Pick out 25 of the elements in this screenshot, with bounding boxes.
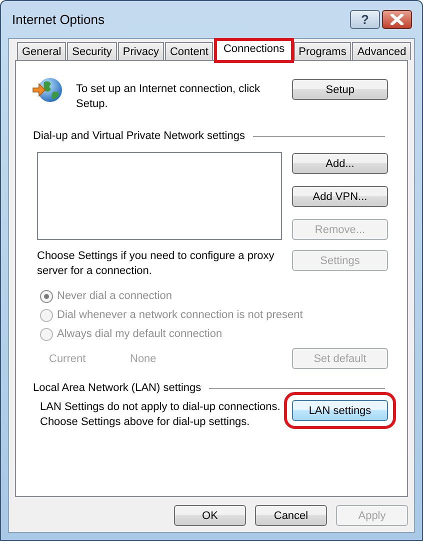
- setup-text: To set up an Internet connection, click Setup.: [76, 82, 262, 112]
- footer-button[interactable]: OK: [174, 505, 246, 526]
- globe-icon: [32, 77, 62, 103]
- section-heading: Local Area Network (LAN) settings: [33, 382, 202, 394]
- current-value: None: [130, 352, 156, 364]
- window-title: Internet Options: [12, 12, 104, 27]
- proxy-note: Choose Settings if you need to configure a proxy server for a connection.: [37, 249, 274, 279]
- dialup-button[interactable]: Add...: [292, 153, 388, 174]
- lan-note: LAN Settings do not apply to dial-up connections. Choose Settings above for dial-up settings.: [40, 400, 280, 430]
- tab[interactable]: Advanced: [352, 42, 412, 60]
- tab[interactable]: Connections: [216, 40, 292, 61]
- close-icon: [390, 14, 404, 25]
- tab[interactable]: Privacy: [118, 42, 164, 60]
- section-heading: Dial-up and Virtual Private Network settings: [33, 130, 245, 142]
- dialup-button[interactable]: Add VPN...: [292, 186, 388, 207]
- setup-button[interactable]: Setup: [292, 79, 388, 100]
- current-label: Current: [49, 352, 87, 364]
- tab[interactable]: Programs: [294, 42, 352, 60]
- close-button[interactable]: [382, 10, 412, 29]
- footer-button[interactable]: Cancel: [255, 505, 327, 526]
- tab[interactable]: Security: [67, 42, 117, 60]
- tab[interactable]: Content: [164, 42, 214, 60]
- help-button[interactable]: ?: [350, 10, 380, 29]
- tab[interactable]: General: [17, 42, 66, 60]
- connections-list[interactable]: [37, 152, 282, 240]
